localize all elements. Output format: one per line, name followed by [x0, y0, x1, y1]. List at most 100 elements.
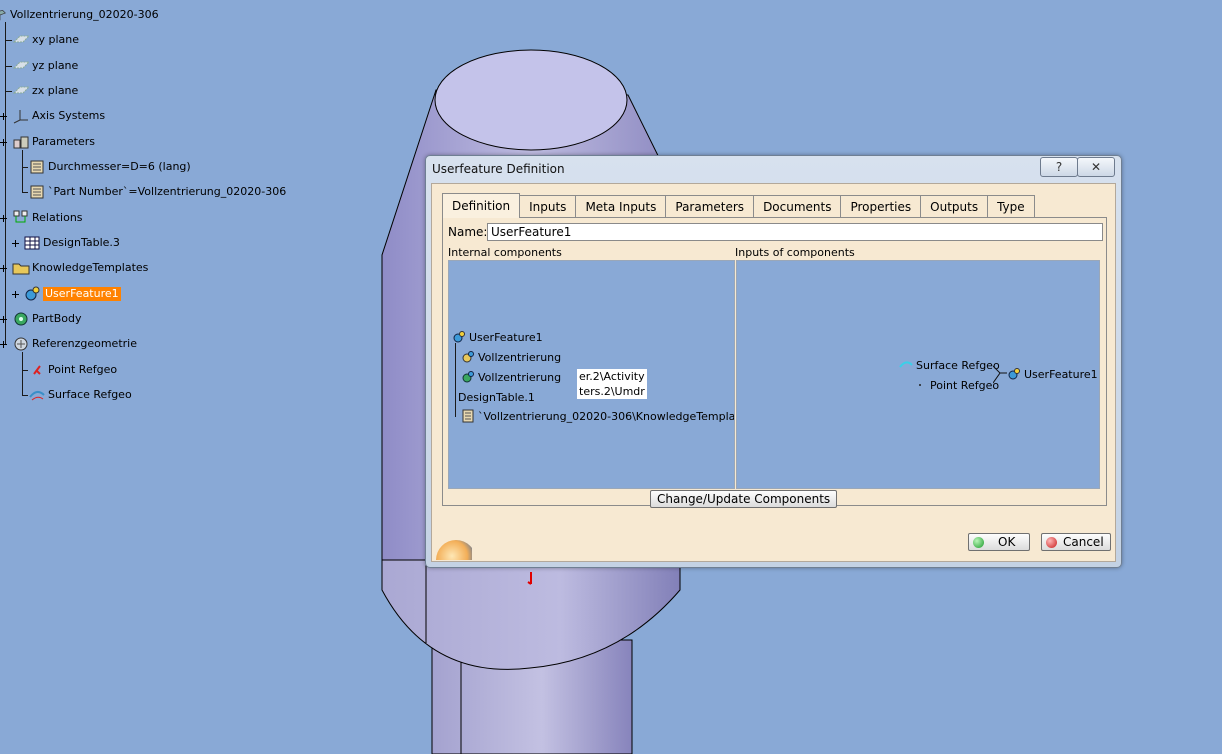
ok-button[interactable]: OK — [968, 533, 1031, 551]
tooltip-line: er.2\Activity — [579, 370, 645, 383]
tree-item-zx-plane[interactable]: zx plane — [5, 82, 78, 100]
cancel-button[interactable]: Cancel — [1041, 533, 1111, 551]
tree-item-referenzgeometrie[interactable]: Referenzgeometrie — [0, 335, 137, 353]
parameters-icon — [13, 136, 29, 149]
input-target-label: UserFeature1 — [1024, 367, 1098, 381]
feature-icon — [462, 351, 474, 363]
tree-item-knowledgetemplates[interactable]: KnowledgeTemplates — [0, 259, 148, 277]
point-icon — [919, 384, 921, 386]
userfeature-icon — [25, 286, 40, 301]
tab-properties[interactable]: Properties — [840, 195, 922, 217]
cancel-label: Cancel — [1063, 535, 1104, 549]
expand-icon[interactable] — [0, 112, 7, 120]
tree-item-designtable[interactable]: DesignTable.3 — [12, 234, 120, 252]
tree-root-label: Vollzentrierung_02020-306 — [10, 8, 159, 21]
parameter-value-icon — [462, 409, 474, 423]
internal-components-pane[interactable]: UserFeature1 Vollzentrierung Vollzentrie… — [448, 260, 735, 489]
geometrical-set-icon — [14, 337, 28, 351]
tree-item-axis-systems[interactable]: Axis Systems — [0, 107, 105, 125]
tree-item-label: xy plane — [32, 33, 80, 46]
tree-item-label: Referenzgeometrie — [32, 337, 137, 350]
body-gear-icon — [14, 312, 28, 326]
close-icon: ✕ — [1090, 160, 1102, 174]
help-button[interactable]: ? — [1040, 157, 1078, 177]
tree-item-label: Surface Refgeo — [48, 388, 132, 401]
tree-root[interactable]: Vollzentrierung_02020-306 — [0, 6, 159, 24]
tree-item-label: Point Refgeo — [48, 363, 118, 376]
inputs-of-components-pane[interactable]: Surface Refgeo Point Refgeo UserFeature1 — [736, 260, 1100, 489]
tree-item-label: Durchmesser=D=6 (lang) — [48, 160, 191, 173]
tree-item-label: Axis Systems — [32, 109, 106, 122]
userfeature-definition-dialog: Userfeature Definition ? ✕ Definition In… — [425, 155, 1122, 568]
input-target-userfeature[interactable]: UserFeature1 — [1007, 366, 1098, 382]
inputs-of-components-label: Inputs of components — [735, 246, 855, 259]
name-field[interactable] — [487, 223, 1103, 241]
expand-icon[interactable] — [12, 290, 19, 298]
tab-definition[interactable]: Definition — [442, 193, 521, 218]
internal-item-label: Vollzentrierung — [478, 350, 562, 364]
point-icon — [33, 365, 41, 375]
expand-icon[interactable] — [12, 239, 19, 247]
internal-item-vollzentrierung-2[interactable]: Vollzentrierung — [461, 369, 561, 385]
input-item-surface-refgeo[interactable]: Surface Refgeo — [899, 357, 1000, 373]
specification-tree: Vollzentrierung_02020-306 xy plane yz pl… — [0, 0, 420, 420]
userfeature-icon — [1008, 368, 1020, 380]
plane-icon — [12, 61, 30, 69]
tree-item-label: DesignTable.3 — [43, 236, 120, 249]
internal-item-label: Vollzentrierung — [478, 370, 562, 384]
expand-icon[interactable] — [0, 214, 7, 222]
tab-outputs[interactable]: Outputs — [920, 195, 989, 217]
change-update-components-button[interactable]: Change/Update Components — [650, 490, 838, 508]
expand-icon[interactable] — [0, 264, 7, 272]
name-label: Name: — [448, 225, 488, 239]
surface-icon — [899, 361, 913, 368]
close-button[interactable]: ✕ — [1077, 157, 1115, 177]
tree-item-label: PartBody — [32, 312, 82, 325]
part-icon — [0, 9, 6, 21]
tree-item-xy-plane[interactable]: xy plane — [5, 31, 79, 49]
tab-type[interactable]: Type — [987, 195, 1035, 217]
tree-item-label: KnowledgeTemplates — [32, 261, 149, 274]
tree-item-parameters[interactable]: Parameters — [0, 133, 95, 151]
connector-lines — [993, 365, 1007, 384]
input-item-label: Point Refgeo — [930, 378, 1000, 392]
tree-item-surface-refgeo[interactable]: Surface Refgeo — [22, 386, 132, 404]
tab-documents[interactable]: Documents — [753, 195, 842, 217]
internal-item-knowledgetemplates[interactable]: `Vollzentrierung_02020-306\KnowledgeTemp… — [461, 408, 735, 424]
expand-icon[interactable] — [0, 340, 7, 348]
internal-item-label: `Vollzentrierung_02020-306\KnowledgeTemp… — [478, 409, 735, 423]
tree-item-param-part-number[interactable]: `Part Number`=Vollzentrierung_02020-306 — [22, 183, 286, 201]
internal-item-vollzentrierung-1[interactable]: Vollzentrierung — [461, 349, 561, 365]
plane-icon — [12, 86, 30, 94]
internal-item-designtable[interactable]: DesignTable.1 — [458, 389, 535, 405]
tree-item-userfeature1[interactable]: UserFeature1 — [12, 285, 121, 303]
tooltip-line: ters.2\Umdr — [579, 385, 645, 398]
expand-icon[interactable] — [0, 315, 7, 323]
parameter-value-icon — [30, 160, 44, 174]
tree-item-partbody[interactable]: PartBody — [0, 310, 81, 328]
internal-item-userfeature[interactable]: UserFeature1 — [452, 329, 543, 345]
userfeature-icon — [453, 331, 465, 343]
expand-icon[interactable] — [0, 138, 7, 146]
tree-item-param-durchmesser[interactable]: Durchmesser=D=6 (lang) — [22, 158, 191, 176]
tree-item-label-selected: UserFeature1 — [43, 287, 121, 301]
relations-icon — [13, 210, 28, 223]
input-item-point-refgeo[interactable]: Point Refgeo — [913, 377, 999, 393]
tree-item-yz-plane[interactable]: yz plane — [5, 57, 78, 75]
internal-item-label: DesignTable.1 — [458, 390, 535, 404]
parameter-value-icon — [30, 185, 44, 199]
tab-parameters[interactable]: Parameters — [665, 195, 755, 217]
catia-logo — [432, 532, 472, 560]
internal-item-label: UserFeature1 — [469, 330, 543, 344]
folder-icon — [12, 263, 30, 275]
tab-meta-inputs[interactable]: Meta Inputs — [575, 195, 667, 217]
input-item-label: Surface Refgeo — [916, 358, 1000, 372]
axis-system-icon — [13, 110, 28, 124]
tree-item-relations[interactable]: Relations — [0, 209, 83, 227]
tab-inputs[interactable]: Inputs — [519, 195, 577, 217]
ok-icon — [973, 536, 984, 548]
help-icon: ? — [1055, 160, 1063, 174]
tree-item-point-refgeo[interactable]: Point Refgeo — [22, 361, 117, 379]
dialog-body: Definition Inputs Meta Inputs Parameters… — [431, 183, 1116, 562]
tree-item-label: yz plane — [32, 59, 79, 72]
